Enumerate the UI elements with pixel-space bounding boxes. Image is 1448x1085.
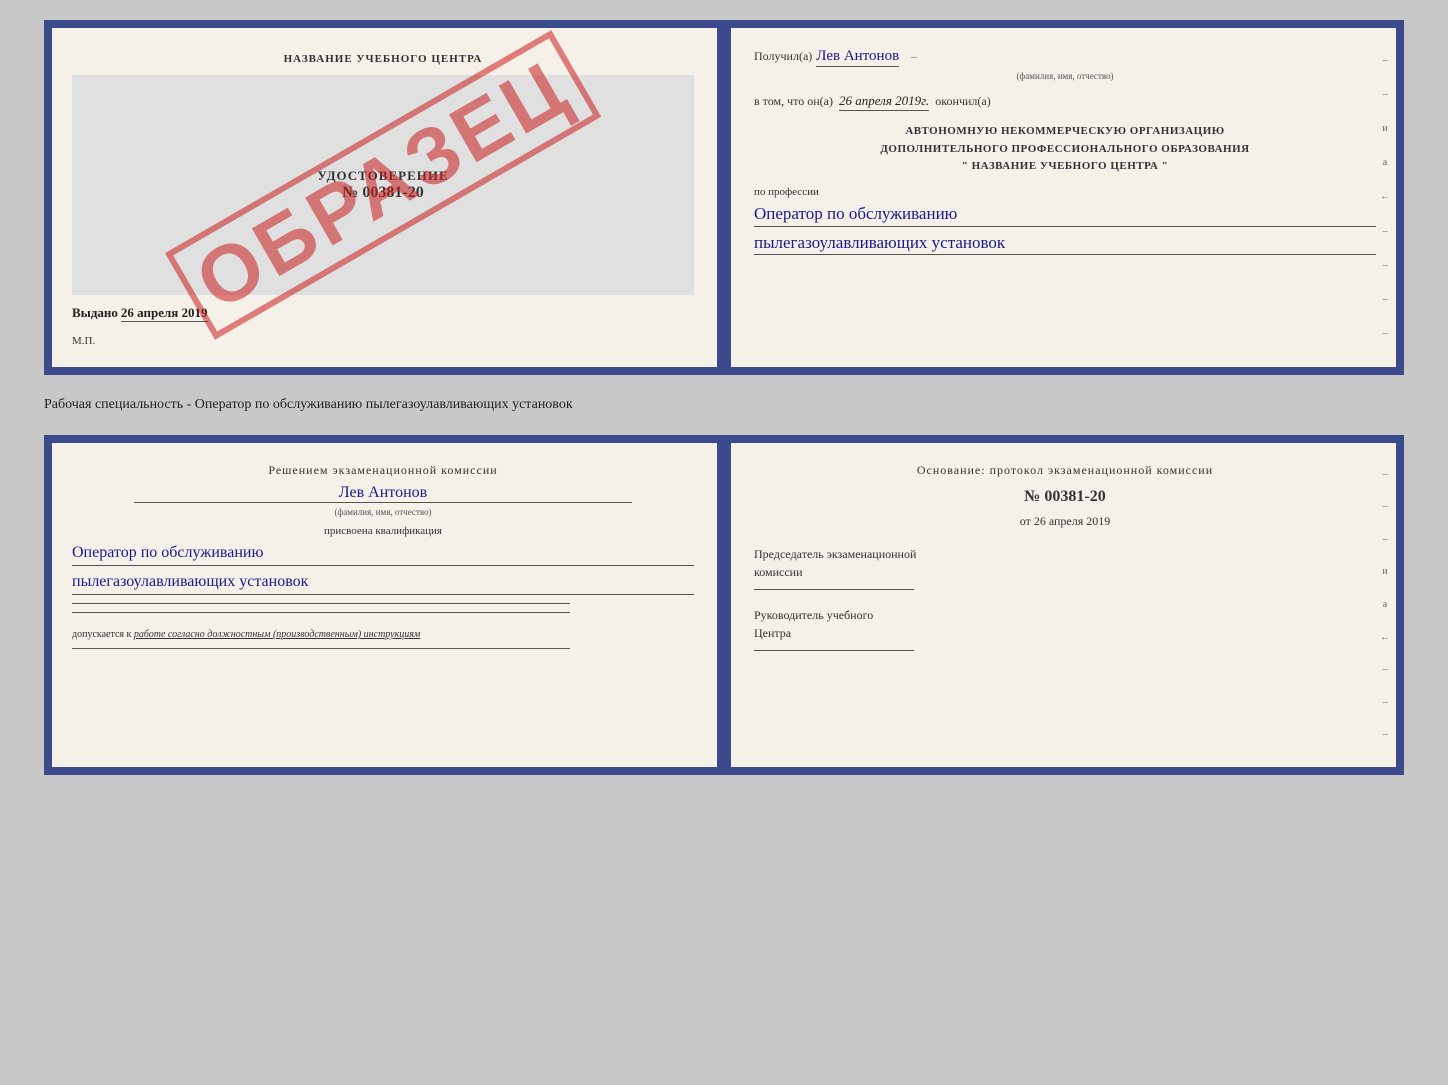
deco-4: а (1383, 158, 1387, 168)
qualification-line1: Оператор по обслуживанию (72, 541, 694, 566)
deco-7: – (1383, 261, 1388, 271)
top-left-panel: НАЗВАНИЕ УЧЕБНОГО ЦЕНТРА ОБРАЗЕЦ УДОСТОВ… (52, 28, 724, 367)
protocol-number: № 00381-20 (754, 488, 1376, 506)
bottom-document: Решением экзаменационной комиссии Лев Ан… (44, 435, 1404, 775)
b-deco-7: – (1383, 665, 1388, 675)
fio-sublabel: (фамилия, имя, отчество) (754, 71, 1376, 81)
bottom-fio-sub: (фамилия, имя, отчество) (72, 507, 694, 517)
predsedatel-line1: Председатель экзаменационной (754, 545, 1376, 563)
dopusk-prefix: допускается к (72, 629, 131, 640)
po-professii-label: по профессии (754, 186, 1376, 198)
vydano-label: Выдано (72, 305, 118, 320)
ot-prefix: от (1020, 514, 1031, 528)
dopuskaetsya-block: допускается к работе согласно должностны… (72, 629, 694, 640)
prisvoena-label: присвоена квалификация (72, 525, 694, 537)
deco-8: – (1383, 295, 1388, 305)
b-deco-6: ← (1380, 633, 1390, 643)
org-line2: ДОПОЛНИТЕЛЬНОГО ПРОФЕССИОНАЛЬНОГО ОБРАЗО… (754, 141, 1376, 159)
vtom-date: 26 апреля 2019г. (839, 93, 929, 111)
predsedatel-line2: комиссии (754, 563, 1376, 581)
resheniem-label: Решением экзаменационной комиссии (72, 463, 694, 478)
deco-6: – (1383, 227, 1388, 237)
vydano-line: Выдано 26 апреля 2019 (72, 305, 694, 321)
profession-line2: пылегазоулавливающих установок (754, 231, 1376, 256)
deco-2: – (1383, 90, 1388, 100)
b-deco-4: и (1382, 567, 1387, 577)
qualification-line2: пылегазоулавливающих установок (72, 570, 694, 595)
org-line3: " НАЗВАНИЕ УЧЕБНОГО ЦЕНТРА " (754, 158, 1376, 176)
b-deco-9: – (1383, 730, 1388, 740)
bottom-left-panel: Решением экзаменационной комиссии Лев Ан… (52, 443, 724, 767)
vtom-prefix: в том, что он(а) (754, 94, 833, 109)
osnovanie-label: Основание: протокол экзаменационной коми… (754, 463, 1376, 478)
poluchil-line: Получил(а) Лев Антонов – (754, 48, 1376, 67)
rukovoditel-block: Руководитель учебного Центра (754, 606, 1376, 651)
vtom-line: в том, что он(а) 26 апреля 2019г. окончи… (754, 93, 1376, 111)
org-line1: АВТОНОМНУЮ НЕКОММЕРЧЕСКУЮ ОРГАНИЗАЦИЮ (754, 123, 1376, 141)
rukovoditel-sig-line (754, 650, 914, 651)
deco-9: – (1383, 329, 1388, 339)
deco-1: – (1383, 56, 1388, 66)
b-deco-1: – (1383, 470, 1388, 480)
top-document: НАЗВАНИЕ УЧЕБНОГО ЦЕНТРА ОБРАЗЕЦ УДОСТОВ… (44, 20, 1404, 375)
recipient-fio: Лев Антонов (816, 48, 899, 67)
org-block: АВТОНОМНУЮ НЕКОММЕРЧЕСКУЮ ОРГАНИЗАЦИЮ ДО… (754, 123, 1376, 176)
bottom-fio: Лев Антонов (134, 484, 632, 503)
b-deco-5: а (1383, 600, 1387, 610)
profession-line1: Оператор по обслуживанию (754, 202, 1376, 227)
top-right-panel: Получил(а) Лев Антонов – (фамилия, имя, … (724, 28, 1396, 367)
deco-3: и (1382, 124, 1387, 134)
cert-title: НАЗВАНИЕ УЧЕБНОГО ЦЕНТРА (72, 53, 694, 65)
cert-watermark-area: ОБРАЗЕЦ УДОСТОВЕРЕНИЕ № 00381-20 (72, 75, 694, 295)
bottom-right-edge-decoration: – – – и а ← – – – (1374, 443, 1396, 767)
blank-line-1 (72, 603, 570, 604)
okochil-label: окончил(а) (935, 94, 990, 109)
mp-label: М.П. (72, 335, 694, 347)
blank-line-2 (72, 612, 570, 613)
ot-date: 26 апреля 2019 (1034, 514, 1110, 528)
predsedatel-sig-line (754, 589, 914, 590)
rukovoditel-line1: Руководитель учебного (754, 606, 1376, 624)
predsedatel-block: Председатель экзаменационной комиссии (754, 545, 1376, 590)
b-deco-8: – (1383, 698, 1388, 708)
dopusk-italic: работе согласно должностным (производств… (134, 629, 420, 640)
rukovoditel-line2: Центра (754, 624, 1376, 642)
b-deco-2: – (1383, 502, 1388, 512)
vydano-date: 26 апреля 2019 (121, 305, 208, 322)
deco-5: ← (1380, 192, 1390, 202)
separator-text: Рабочая специальность - Оператор по обсл… (44, 391, 1404, 419)
bottom-right-panel: Основание: протокол экзаменационной коми… (724, 443, 1396, 767)
right-edge-decoration: – – и а ← – – – – (1374, 28, 1396, 367)
b-deco-3: – (1383, 535, 1388, 545)
poluchil-prefix: Получил(а) (754, 49, 812, 64)
ot-date-line: от 26 апреля 2019 (754, 514, 1376, 529)
blank-line-3 (72, 648, 570, 649)
